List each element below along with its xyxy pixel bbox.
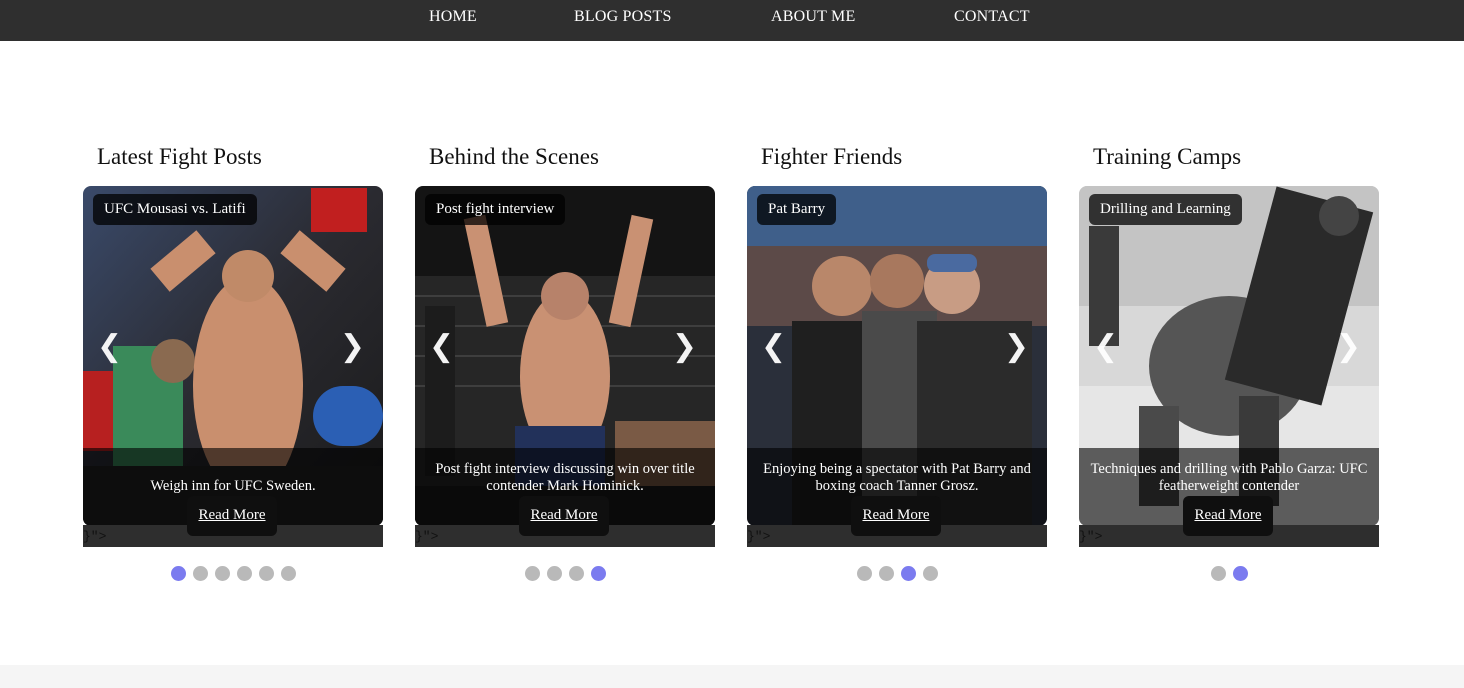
carousel-dot[interactable] — [214, 566, 230, 581]
chevron-left-icon[interactable]: ❮ — [761, 332, 786, 362]
nav-blog-posts[interactable]: BLOG POSTS — [574, 8, 672, 26]
chevron-right-icon[interactable]: ❯ — [672, 332, 697, 362]
chevron-right-icon[interactable]: ❯ — [340, 332, 365, 362]
carousel-dot[interactable] — [922, 566, 938, 581]
slide-tag: Drilling and Learning — [1089, 194, 1242, 225]
column-training-camps: Training Camps Drilling and Learning ❮ ❯… — [1079, 140, 1379, 590]
column-behind-the-scenes: Behind the Scenes Post fight interview ❮… — [415, 140, 715, 590]
carousel-dot[interactable] — [1232, 566, 1248, 581]
column-title: Fighter Friends — [761, 144, 903, 169]
carousel-dot[interactable] — [1210, 566, 1226, 581]
carousel-dot[interactable] — [524, 566, 540, 581]
column-title: Latest Fight Posts — [97, 144, 262, 169]
nav-about-me[interactable]: ABOUT ME — [771, 8, 855, 26]
column-latest-fight-posts: Latest Fight Posts UFC Mousasi vs. Latif… — [83, 140, 383, 590]
slide-caption: Techniques and drilling with Pablo Garza… — [1090, 461, 1368, 494]
carousel-dot[interactable] — [546, 566, 562, 581]
carousel-dot[interactable] — [258, 566, 274, 581]
slide-tag: Pat Barry — [757, 194, 837, 225]
slide-caption: Enjoying being a spectator with Pat Barr… — [763, 461, 1031, 494]
carousel-dot[interactable] — [192, 566, 208, 581]
carousel-dot[interactable] — [590, 566, 606, 581]
column-fighter-friends: Fighter Friends Pat Barry ❮ ❯ Enjoying b… — [747, 140, 1047, 590]
nav-home[interactable]: HOME — [429, 8, 477, 26]
carousel-slide[interactable]: Post fight interview ❮ ❯ Post fight inte… — [415, 186, 715, 526]
slide-caption: Weigh inn for UFC Sweden. — [150, 478, 316, 494]
chevron-right-icon[interactable]: ❯ — [1004, 332, 1029, 362]
carousel-dot[interactable] — [568, 566, 584, 581]
footer — [0, 665, 1464, 688]
read-more-button[interactable]: Read More — [851, 496, 941, 536]
carousel-dot[interactable] — [900, 566, 916, 581]
read-more-button[interactable]: Read More — [187, 496, 277, 536]
carousel-dot[interactable] — [280, 566, 296, 581]
stray-markup-text: }"> — [747, 529, 771, 544]
column-title: Training Camps — [1093, 144, 1242, 169]
carousel-dots — [83, 566, 383, 581]
nav-contact[interactable]: CONTACT — [954, 8, 1030, 26]
carousel-dots — [747, 566, 1047, 581]
carousel-dot[interactable] — [236, 566, 252, 581]
read-more-button[interactable]: Read More — [519, 496, 609, 536]
carousel-dot[interactable] — [170, 566, 186, 581]
carousel-dots — [1079, 566, 1379, 581]
carousel-slide[interactable]: Drilling and Learning ❮ ❯ Techniques and… — [1079, 186, 1379, 526]
slide-tag: UFC Mousasi vs. Latifi — [93, 194, 257, 225]
chevron-left-icon[interactable]: ❮ — [1093, 332, 1118, 362]
chevron-right-icon[interactable]: ❯ — [1336, 332, 1361, 362]
chevron-left-icon[interactable]: ❮ — [97, 332, 122, 362]
carousel-dots — [415, 566, 715, 581]
slide-caption: Post fight interview discussing win over… — [435, 461, 695, 494]
carousel-dot[interactable] — [856, 566, 872, 581]
stray-markup-text: }"> — [415, 529, 439, 544]
carousel-slide[interactable]: Pat Barry ❮ ❯ Enjoying being a spectator… — [747, 186, 1047, 526]
slide-tag: Post fight interview — [425, 194, 566, 225]
carousel-dot[interactable] — [878, 566, 894, 581]
column-title: Behind the Scenes — [429, 144, 599, 169]
stray-markup-text: }"> — [83, 529, 107, 544]
chevron-left-icon[interactable]: ❮ — [429, 332, 454, 362]
stray-markup-text: }"> — [1079, 529, 1103, 544]
read-more-button[interactable]: Read More — [1183, 496, 1273, 536]
carousel-slide[interactable]: UFC Mousasi vs. Latifi ❮ ❯ Weigh inn for… — [83, 186, 383, 526]
top-navigation: HOME BLOG POSTS ABOUT ME CONTACT — [0, 0, 1464, 41]
